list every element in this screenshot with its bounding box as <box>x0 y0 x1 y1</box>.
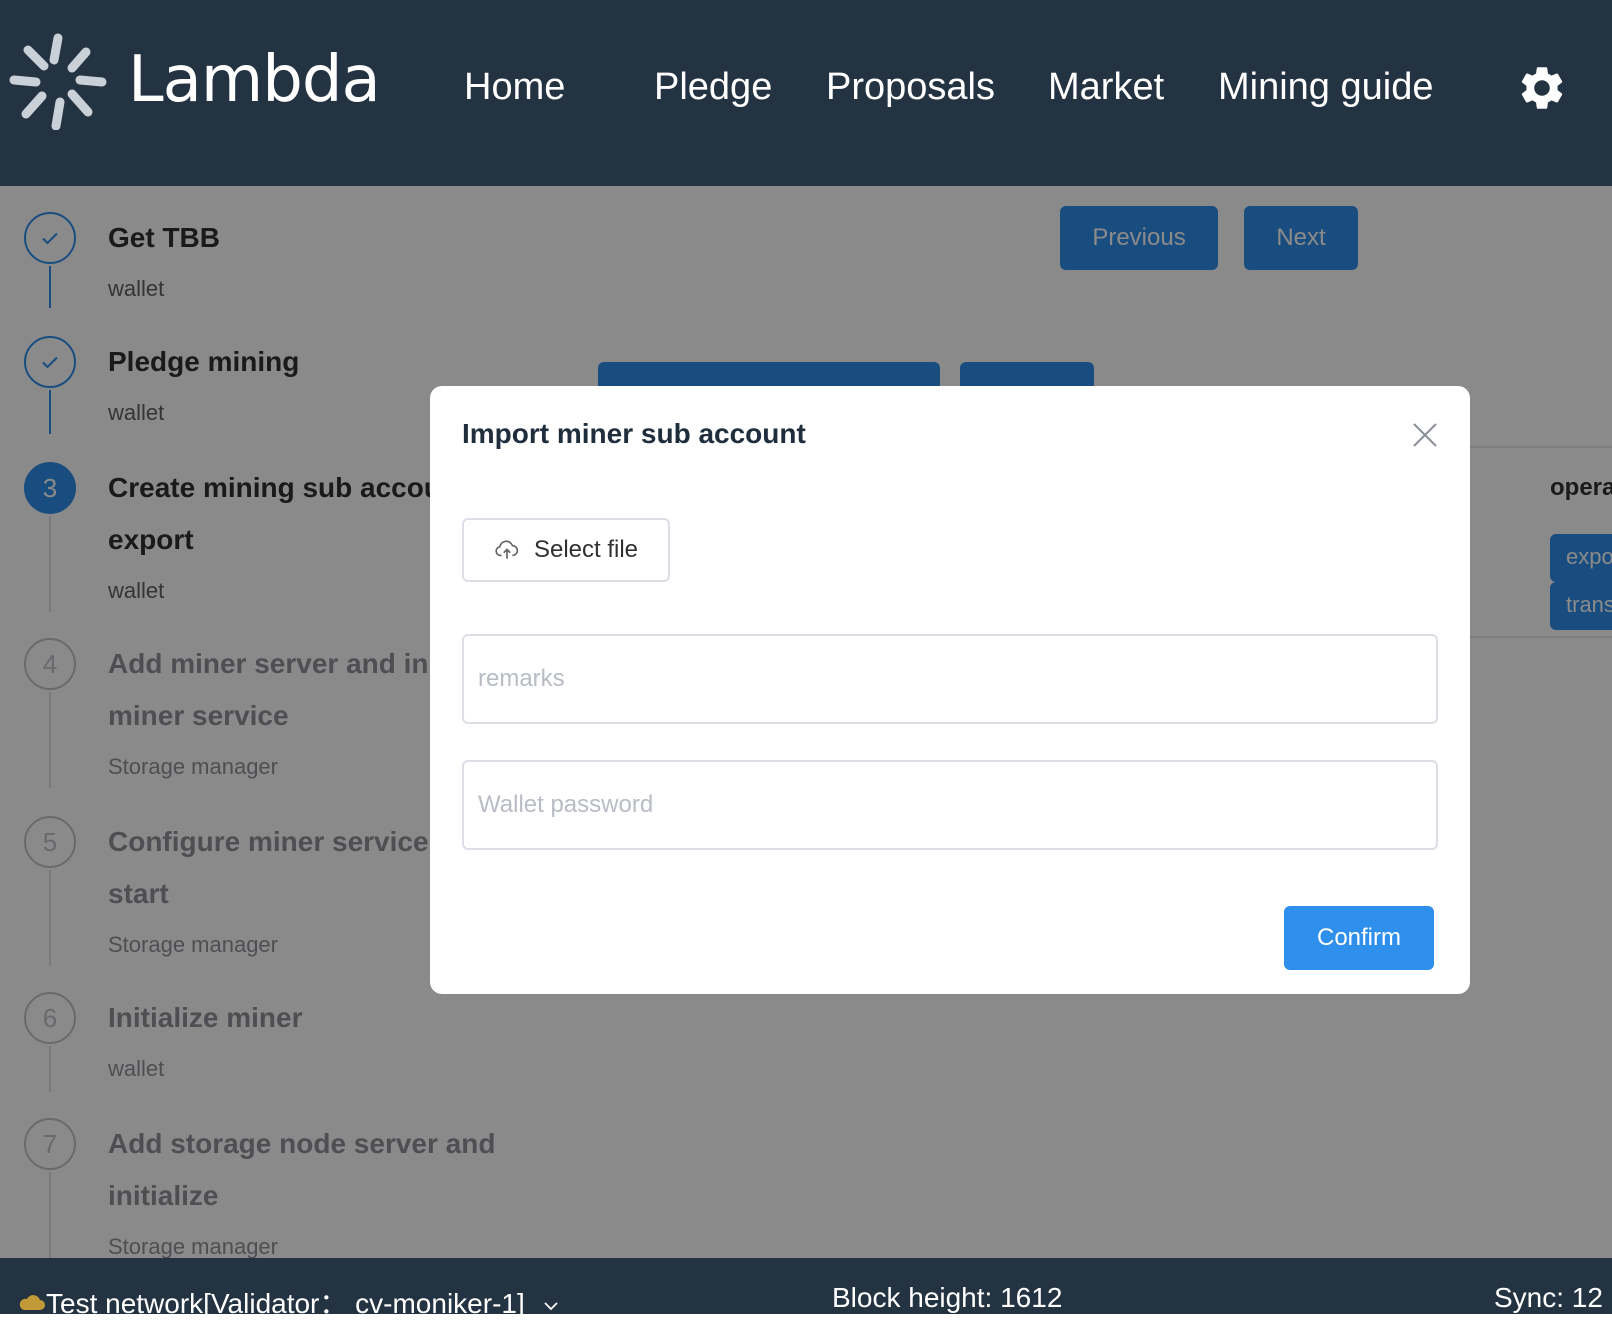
nav-proposals[interactable]: Proposals <box>826 66 995 109</box>
confirm-button[interactable]: Confirm <box>1284 906 1434 970</box>
nav-market[interactable]: Market <box>1048 66 1164 109</box>
network-selector[interactable]: Test network[Validator： cv-moniker-1] <box>46 1282 561 1322</box>
cloud-upload-icon <box>495 540 519 559</box>
network-label: Test network[Validator： cv-moniker-1] <box>46 1288 525 1319</box>
nav-home[interactable]: Home <box>464 66 565 109</box>
top-navbar: Lambda Home Pledge Proposals Market Mini… <box>0 0 1612 186</box>
select-file-button[interactable]: Select file <box>462 518 670 582</box>
nav-pledge[interactable]: Pledge <box>654 66 772 109</box>
wallet-password-input[interactable] <box>462 760 1438 850</box>
chevron-down-icon <box>543 1301 558 1310</box>
settings-gear-icon[interactable] <box>1516 62 1568 114</box>
select-file-label: Select file <box>533 536 639 563</box>
lambda-logo-icon <box>9 33 107 130</box>
logo[interactable]: Lambda <box>8 30 381 130</box>
dialog-title: Import miner sub account <box>462 418 806 449</box>
logo-text: Lambda <box>128 43 381 117</box>
nav-mining-guide[interactable]: Mining guide <box>1218 66 1433 109</box>
sync-status: Sync: 12 <box>1494 1282 1603 1313</box>
remarks-input[interactable] <box>462 634 1438 724</box>
cloud-status-icon <box>19 1295 45 1310</box>
import-miner-sub-account-dialog: Import miner sub account Select file Con… <box>430 386 1470 994</box>
close-icon[interactable] <box>1410 420 1440 450</box>
status-bar: Test network[Validator： cv-moniker-1] Bl… <box>0 1258 1612 1319</box>
block-height: Block height: 1612 <box>832 1282 1063 1313</box>
